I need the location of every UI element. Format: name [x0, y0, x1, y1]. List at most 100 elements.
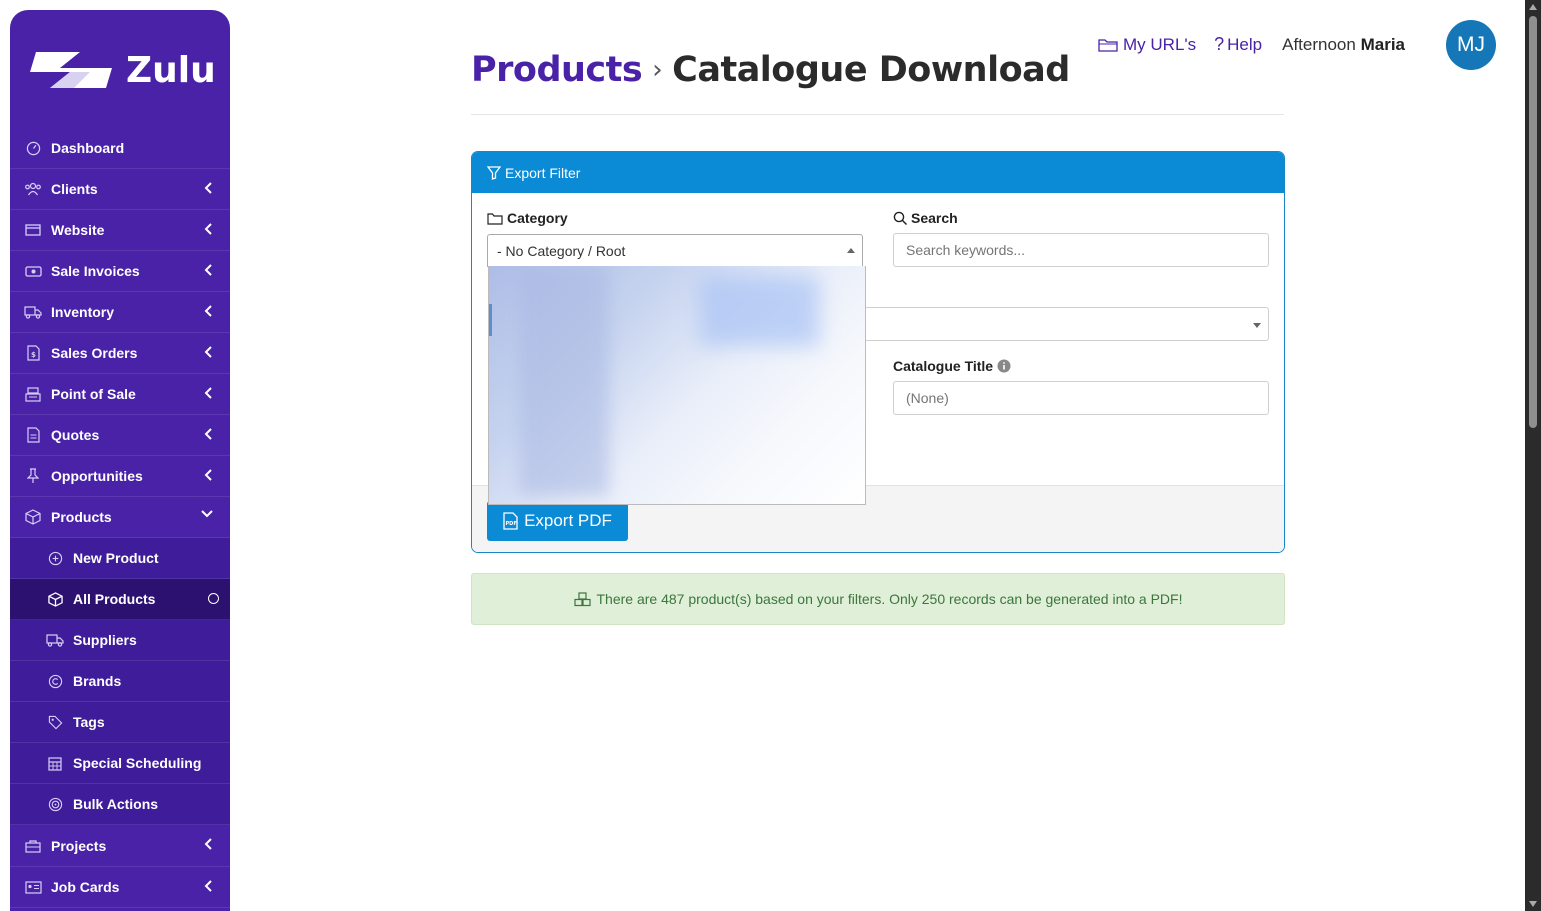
- sidebar-item-products[interactable]: Products: [10, 497, 230, 538]
- sidebar-item-point-of-sale[interactable]: Point of Sale: [10, 374, 230, 415]
- sidebar-item-opportunities[interactable]: Opportunities: [10, 456, 230, 497]
- sidebar-item-label: Point of Sale: [51, 386, 136, 402]
- sidebar-item-label: Projects: [51, 837, 107, 854]
- avatar-initials: MJ: [1457, 33, 1485, 56]
- truck-icon: [24, 303, 42, 321]
- caret-down-icon: [1253, 323, 1261, 328]
- sidebar-subitem-suppliers[interactable]: Suppliers: [10, 620, 230, 661]
- active-indicator-icon: [208, 593, 219, 604]
- sidebar-item-sales-orders[interactable]: $ Sales Orders: [10, 333, 230, 374]
- panel-title: Export Filter: [505, 164, 581, 181]
- sidebar-subitem-all-products[interactable]: All Products: [10, 579, 230, 620]
- divider: [471, 114, 1284, 115]
- avatar[interactable]: MJ: [1446, 20, 1496, 70]
- catalogue-title-label: Catalogue Title: [893, 358, 1011, 374]
- pdf-file-icon: PDF: [503, 512, 518, 530]
- category-dropdown-list[interactable]: [488, 266, 866, 505]
- alert-message: There are 487 product(s) based on your f…: [596, 591, 1183, 607]
- briefcase-icon: [24, 837, 42, 855]
- vertical-scrollbar[interactable]: [1525, 0, 1541, 911]
- scroll-thumb[interactable]: [1529, 16, 1537, 428]
- search-label: Search: [893, 210, 958, 226]
- help-link[interactable]: ? Help: [1214, 34, 1262, 55]
- catalogue-title-input[interactable]: [893, 381, 1269, 415]
- sidebar-item-quotes[interactable]: Quotes: [10, 415, 230, 456]
- sidebar-item-label: Quotes: [51, 427, 100, 443]
- quote-icon: [24, 426, 42, 444]
- sidebar-nav: Dashboard Clients Website Sale Invoices …: [10, 128, 230, 908]
- sidebar-item-clients[interactable]: Clients: [10, 169, 230, 210]
- svg-text:PDF: PDF: [506, 521, 517, 527]
- sidebar-item-label: Sales Orders: [51, 345, 138, 361]
- sidebar-item-label: Opportunities: [51, 468, 143, 484]
- chevron-left-icon: [204, 838, 212, 850]
- help-label: Help: [1227, 34, 1263, 54]
- calendar-icon: [46, 754, 64, 772]
- scroll-down-icon[interactable]: [1529, 901, 1537, 907]
- chevron-down-icon: [201, 510, 213, 518]
- sidebar-item-label: Brands: [73, 673, 122, 689]
- users-icon: [24, 180, 42, 198]
- info-icon[interactable]: [997, 359, 1011, 373]
- breadcrumb-products[interactable]: Products: [471, 50, 643, 90]
- category-select-value: - No Category / Root: [497, 243, 626, 259]
- sidebar-item-job-cards[interactable]: Job Cards: [10, 867, 230, 908]
- document-icon: $: [24, 344, 42, 362]
- folder-icon: [1098, 38, 1118, 52]
- greeting-text: Afternoon: [1282, 34, 1356, 54]
- sidebar-item-label: Job Cards: [51, 879, 120, 895]
- box-icon: [46, 590, 64, 608]
- sidebar: Zulu Dashboard Clients Website Sale Invo…: [10, 10, 230, 911]
- page-title: Products › Catalogue Download: [471, 50, 1070, 90]
- export-pdf-button[interactable]: PDF Export PDF: [487, 501, 628, 541]
- category-label: Category: [487, 210, 568, 226]
- sidebar-item-label: Tags: [73, 714, 105, 730]
- sidebar-item-label: Website: [51, 222, 105, 238]
- sidebar-item-label: Suppliers: [73, 632, 137, 648]
- chevron-left-icon: [204, 428, 212, 440]
- question-icon: ?: [1214, 34, 1225, 54]
- export-pdf-label: Export PDF: [524, 511, 612, 530]
- plus-circle-icon: [46, 549, 64, 567]
- chevron-left-icon: [204, 182, 212, 194]
- chevron-left-icon: [204, 223, 212, 235]
- sidebar-item-inventory[interactable]: Inventory: [10, 292, 230, 333]
- sidebar-item-website[interactable]: Website: [10, 210, 230, 251]
- category-select[interactable]: - No Category / Root: [487, 234, 863, 267]
- sidebar-subitem-bulk-actions[interactable]: Bulk Actions: [10, 784, 230, 825]
- cubes-icon: [573, 591, 591, 606]
- search-input[interactable]: [893, 233, 1269, 267]
- export-filter-panel: Export Filter Category - No Category / R…: [471, 151, 1285, 553]
- sidebar-item-dashboard[interactable]: Dashboard: [10, 128, 230, 169]
- chevron-left-icon: [204, 305, 212, 317]
- chevron-left-icon: [204, 346, 212, 358]
- sidebar-item-sale-invoices[interactable]: Sale Invoices: [10, 251, 230, 292]
- sidebar-item-label: Special Scheduling: [73, 755, 202, 771]
- sidebar-item-projects[interactable]: Projects: [10, 825, 230, 867]
- sidebar-subitem-brands[interactable]: Brands: [10, 661, 230, 702]
- sidebar-subitem-new-product[interactable]: New Product: [10, 538, 230, 579]
- chevron-left-icon: [204, 880, 212, 892]
- user-name: Maria: [1360, 34, 1406, 54]
- scroll-up-icon[interactable]: [1529, 4, 1537, 10]
- pin-icon: [24, 467, 42, 485]
- my-urls-link[interactable]: My URL's: [1098, 35, 1196, 55]
- sidebar-item-label: New Product: [73, 550, 159, 566]
- sidebar-item-label: Products: [51, 509, 112, 525]
- chevron-left-icon: [204, 264, 212, 276]
- logo[interactable]: Zulu: [10, 10, 230, 130]
- sidebar-item-label: All Products: [73, 591, 156, 607]
- zulu-logo-icon: [30, 52, 112, 88]
- filter-icon: [487, 165, 501, 180]
- sidebar-item-label: Dashboard: [51, 140, 125, 156]
- register-icon: [24, 385, 42, 403]
- tag-icon: [46, 713, 64, 731]
- sidebar-item-label: Sale Invoices: [51, 263, 140, 279]
- sidebar-subitem-special-scheduling[interactable]: Special Scheduling: [10, 743, 230, 784]
- search-icon: [893, 211, 908, 225]
- target-icon: [46, 795, 64, 813]
- dashboard-icon: [24, 139, 42, 157]
- folder-icon: [487, 212, 503, 225]
- top-links: My URL's ? Help Afternoon Maria: [1098, 34, 1405, 55]
- sidebar-subitem-tags[interactable]: Tags: [10, 702, 230, 743]
